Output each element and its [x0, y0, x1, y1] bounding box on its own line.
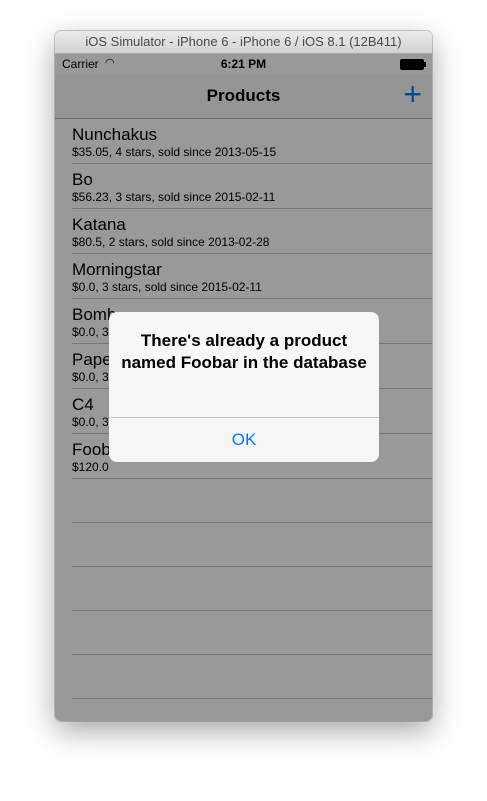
alert-dialog: There's already a product named Foobar i…: [109, 312, 379, 462]
window-title: iOS Simulator - iPhone 6 - iPhone 6 / iO…: [85, 34, 402, 49]
simulator-window: iOS Simulator - iPhone 6 - iPhone 6 / iO…: [55, 31, 432, 721]
alert-message: There's already a product named Foobar i…: [121, 331, 367, 372]
iphone-screen: Carrier ◠ 6:21 PM Products + Nunchakus $…: [55, 54, 432, 721]
window-titlebar: iOS Simulator - iPhone 6 - iPhone 6 / iO…: [55, 31, 432, 54]
ok-button[interactable]: OK: [109, 418, 379, 462]
